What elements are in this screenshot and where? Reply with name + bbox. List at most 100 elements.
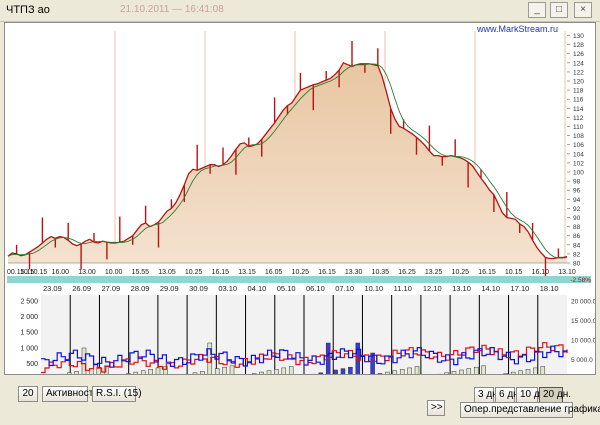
date-tick-label: 26.09 [72,284,91,293]
price-y-tick-label: 130 [573,33,584,40]
price-x-tick-label: 16.15 [478,269,496,276]
range-button-3d[interactable]: 3 дн. [474,387,500,403]
volume-left-tick-label: 2 000 [20,314,38,321]
range-button-20d[interactable]: 20 дн. [539,387,571,403]
price-volume-chart: www.MarkStream.ru 130 128 126 124 122 120 118 1… [7,24,597,384]
volume-right-tick-label: 15 000.0 [571,318,595,325]
volume-bar [66,372,72,380]
volume-left-tick-label: 2 500 [20,299,38,306]
volume-bar [392,370,398,380]
date-tick-label: 17.10 [511,284,530,293]
volume-bar [407,367,412,380]
volume-bar [214,368,220,380]
close-button[interactable]: × [574,2,592,18]
volume-bar [148,369,153,380]
chart-area: www.MarkStream.ru 130 128 126 124 122 120 118 1… [4,22,597,384]
scroll-right-button[interactable]: >> [427,400,445,416]
window-title-ghost: 21.10.2011 — 16:41:08 [120,4,224,15]
volume-bar [451,371,457,380]
price-x-tick-label: 10.25 [292,269,310,276]
price-x-tick-label: 16.10 [532,269,550,276]
date-tick-label: 23.09 [43,284,62,293]
date-tick-label: 14.10 [481,284,500,293]
volume-right-tick-label: 10 000.0 [571,338,595,345]
volume-bar [133,371,139,380]
date-tick-label: 12.10 [423,284,442,293]
range-button-10d[interactable]: 10 дн. [516,387,548,403]
date-tick-label: 07.10 [335,284,354,293]
title-bar: ЧТПЗ ао 21.10.2011 — 16:41:08 _ □ × [0,0,600,22]
price-y-tick-label: 94 [573,197,581,204]
rsi-button[interactable]: R.S.I. (15) [92,386,142,402]
volume-bar [348,366,353,380]
price-y-tick-label: 126 [573,51,584,58]
date-tick-label: 13.10 [452,284,471,293]
price-x-tick-label: 16.05 [265,269,283,276]
volume-bar [126,373,131,380]
volume-bar [518,370,523,380]
price-x-tick-label: 13.30 [345,269,363,276]
date-tick-label: 03.10 [218,284,237,293]
volume-bar [288,366,294,380]
price-x-tick-label: 10.00 [105,269,123,276]
price-y-tick-label: 90 [573,215,581,222]
price-y-tick-label: 92 [573,206,581,213]
change-label: -2.58% [570,277,591,284]
volume-bar [222,366,227,380]
price-y-tick-label: 118 [573,88,584,95]
volume-bar [444,372,449,380]
range-button-6d[interactable]: 6 дн. [495,387,521,403]
volume-bar [510,371,516,380]
volume-bar [503,373,509,380]
price-x-tick-label: 16.15 [318,269,336,276]
oper-view-button[interactable]: Опер.представление графика [460,402,600,418]
price-y-tick-label: 86 [573,233,581,240]
volume-bar [274,369,279,380]
volume-bar [251,373,257,380]
price-x-tick-label: 10.25 [185,269,203,276]
bottom-toolbar: 20 Активность R.S.I. (15) >> 3 дн. 6 дн.… [0,378,600,425]
window-title: ЧТПЗ ао [6,4,50,16]
date-tick-label: 29.09 [160,284,179,293]
date-tick-label: 27.09 [101,284,120,293]
volume-bar [259,371,264,380]
volume-bar [281,367,287,380]
maximize-button[interactable]: □ [550,2,568,18]
volume-bar [525,369,531,380]
volume-left-tick-label: 1 000 [20,345,38,352]
price-y-tick-label: 80 [573,261,581,268]
price-y-tick-label: 108 [573,133,584,140]
minimize-button[interactable]: _ [528,2,546,18]
price-x-tick-label: 13.05 [158,269,176,276]
date-tick-label: 18.10 [540,284,559,293]
price-y-tick-label: 112 [573,115,584,122]
volume-bar [459,369,464,380]
price-x-tick-label: 13.15 [238,269,256,276]
date-tick-label: 11.10 [394,284,412,293]
volume-bar [74,371,79,380]
volume-bar [533,367,538,380]
date-tick-label: 10.10 [364,284,383,293]
volume-bar [540,366,546,380]
price-y-tick-label: 84 [573,242,581,249]
price-y-tick-label: 128 [573,42,584,49]
volume-bar [333,369,338,380]
volume-bar [399,369,405,380]
activity-button[interactable]: Активность [42,386,99,402]
period-value-field[interactable]: 20 [18,386,38,402]
volume-bar [414,366,420,380]
volume-bar [385,371,390,380]
price-x-tick-label: 10.35 [372,269,390,276]
volume-left-tick-label: 500 [26,361,38,368]
date-tick-label: 28.09 [131,284,150,293]
separator-strip [7,276,591,283]
date-tick-label: 04.10 [248,284,267,293]
volume-bar [466,368,472,380]
price-y-tick-label: 82 [573,251,581,258]
price-y-tick-label: 102 [573,160,584,167]
volume-bar [340,368,346,380]
volume-bar [229,365,235,380]
price-y-tick-label: 114 [573,106,584,113]
price-x-tick-label: 13.10 [558,269,576,276]
price-y-tick-label: 120 [573,79,584,86]
